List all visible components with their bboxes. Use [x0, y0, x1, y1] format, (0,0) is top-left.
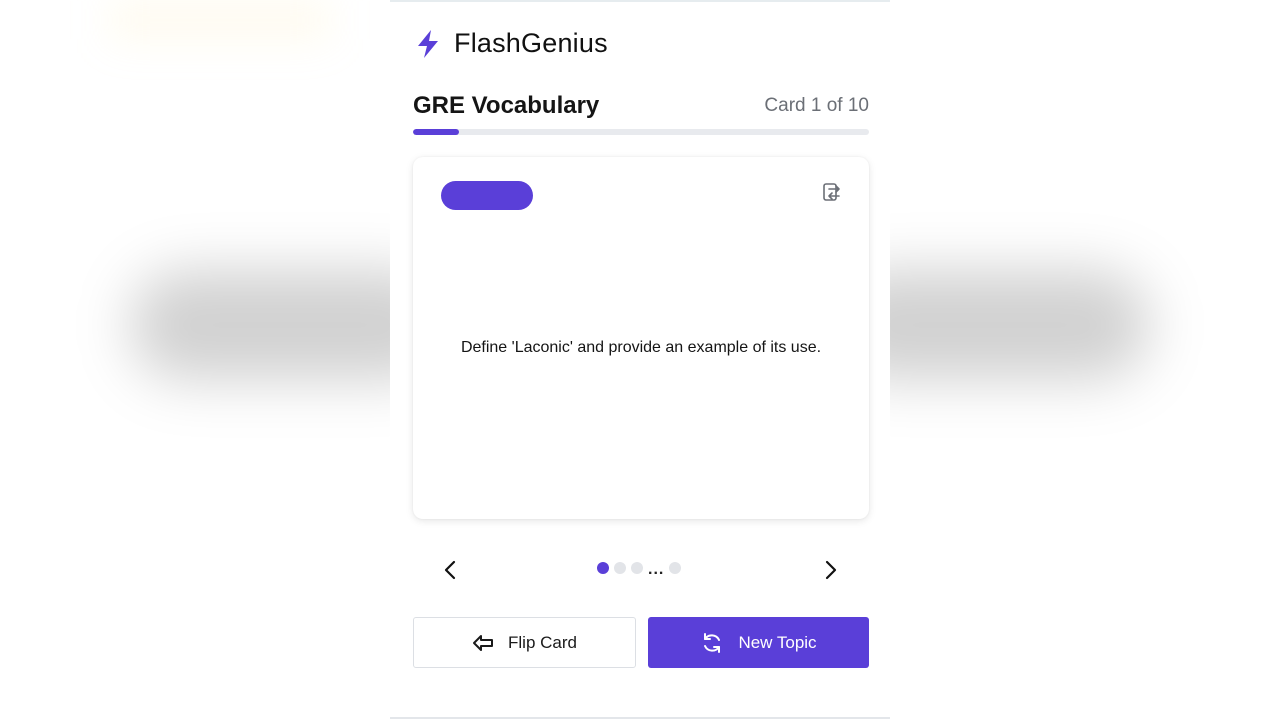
deck-header: GRE Vocabulary Card 1 of 10 — [413, 92, 869, 120]
pagination-dot-active[interactable] — [597, 562, 609, 574]
card-tag-pill — [441, 181, 533, 210]
card-question: Define 'Laconic' and provide an example … — [460, 339, 822, 356]
stage: FlashGenius GRE Vocabulary Card 1 of 10 … — [0, 0, 1280, 720]
lightning-bolt-icon — [414, 29, 442, 59]
card-navigation: ... — [413, 550, 869, 590]
pagination-dot[interactable] — [631, 562, 643, 574]
card-counter: Card 1 of 10 — [764, 95, 869, 116]
flip-card-button[interactable]: Flip Card — [413, 617, 636, 668]
refresh-icon — [700, 631, 724, 655]
pagination-ellipsis: ... — [648, 561, 665, 578]
deck-title: GRE Vocabulary — [413, 92, 600, 119]
flashcard[interactable]: Define 'Laconic' and provide an example … — [413, 157, 869, 519]
progress-bar — [413, 129, 869, 135]
pagination-dot[interactable] — [669, 562, 682, 574]
chevron-left-icon[interactable] — [436, 554, 464, 586]
new-topic-label: New Topic — [738, 632, 817, 652]
swap-icon[interactable] — [821, 181, 843, 205]
app-header: FlashGenius — [414, 28, 608, 59]
app-screen: FlashGenius GRE Vocabulary Card 1 of 10 … — [390, 0, 890, 720]
bottom-divider — [390, 717, 890, 719]
pagination-dot[interactable] — [614, 562, 626, 574]
new-topic-button[interactable]: New Topic — [648, 617, 869, 668]
progress-fill — [413, 129, 459, 135]
chevron-right-icon[interactable] — [817, 554, 845, 586]
pagination-dots: ... — [597, 557, 682, 579]
app-title: FlashGenius — [454, 28, 608, 58]
flip-card-label: Flip Card — [508, 632, 577, 652]
arrow-left-icon — [472, 634, 494, 652]
background-tint — [110, 0, 330, 40]
